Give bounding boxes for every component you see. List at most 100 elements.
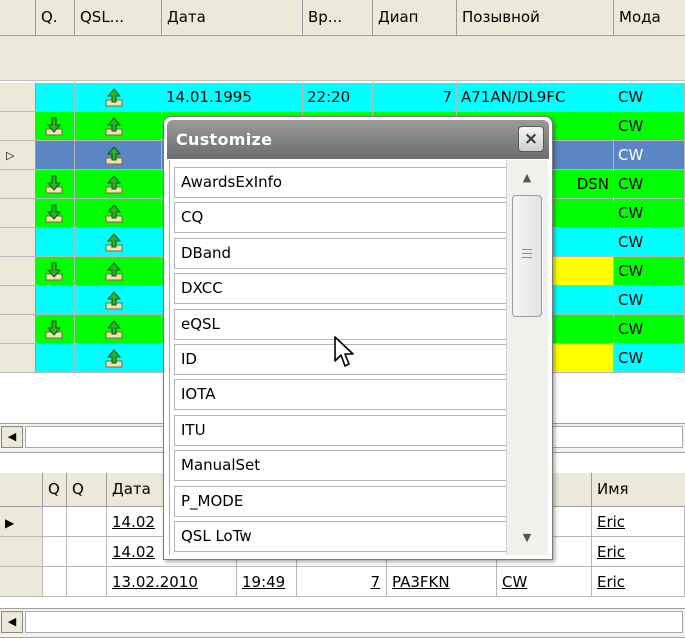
name-cell[interactable]: Eric bbox=[592, 507, 685, 537]
mode-cell[interactable]: CW bbox=[614, 170, 685, 199]
flag-cell[interactable] bbox=[67, 537, 107, 567]
mode-cell[interactable]: CW bbox=[497, 567, 592, 597]
flag-cell[interactable] bbox=[43, 537, 67, 567]
band-cell[interactable]: 7 bbox=[297, 567, 387, 597]
scroll-left-button[interactable]: ◀ bbox=[1, 426, 23, 448]
name-cell[interactable]: Eric bbox=[592, 567, 685, 597]
close-icon: × bbox=[523, 129, 539, 149]
mode-cell[interactable]: CW bbox=[614, 344, 685, 373]
time-cell[interactable]: 22:20 bbox=[303, 83, 373, 112]
qsl-cell[interactable] bbox=[75, 228, 162, 257]
col-header-mode[interactable]: Мода bbox=[614, 0, 685, 35]
close-button[interactable]: × bbox=[518, 126, 544, 152]
qsl-cell[interactable] bbox=[75, 141, 162, 170]
q-cell[interactable] bbox=[36, 83, 75, 112]
scroll-down-arrow-icon[interactable]: ▼ bbox=[519, 532, 535, 544]
bottom-horizontal-scrollbar[interactable]: ◀ bbox=[0, 608, 685, 638]
field-list-item[interactable]: IOTA bbox=[174, 379, 507, 411]
q-cell[interactable] bbox=[36, 112, 75, 141]
col-header-q[interactable]: Q. bbox=[36, 0, 75, 35]
date-cell[interactable]: 13.02.2010 bbox=[107, 567, 237, 597]
q-cell[interactable] bbox=[36, 344, 75, 373]
mode-cell[interactable]: CW bbox=[614, 199, 685, 228]
call-cell[interactable]: A71AN/DL9FC bbox=[457, 83, 614, 112]
col-header-qsl[interactable]: QSL... bbox=[75, 0, 162, 35]
qsl-cell[interactable] bbox=[75, 112, 162, 141]
row-indicator[interactable]: ▶ bbox=[0, 507, 43, 537]
q-cell[interactable] bbox=[36, 199, 75, 228]
flag-cell[interactable] bbox=[67, 507, 107, 537]
mode-cell[interactable]: CW bbox=[614, 83, 685, 112]
row-indicator[interactable] bbox=[0, 344, 36, 373]
field-list-item[interactable]: AwardsExInfo bbox=[174, 167, 507, 198]
row-indicator[interactable] bbox=[0, 286, 36, 315]
green-arrow-up-icon bbox=[105, 262, 123, 281]
field-list-item[interactable]: DXCC bbox=[174, 273, 507, 305]
mode-cell[interactable]: CW bbox=[614, 112, 685, 141]
qsl-cell[interactable] bbox=[75, 257, 162, 286]
flag-cell[interactable] bbox=[43, 507, 67, 537]
dialog-title-bar[interactable]: Customize × bbox=[167, 120, 549, 159]
field-list-item[interactable]: P_MODE bbox=[174, 485, 507, 517]
row-indicator[interactable] bbox=[0, 83, 36, 112]
row-indicator[interactable]: ▷ bbox=[0, 141, 36, 170]
field-list-item[interactable]: CQ bbox=[174, 202, 507, 234]
mode-cell[interactable]: CW bbox=[614, 315, 685, 344]
q-cell[interactable] bbox=[36, 315, 75, 344]
history-row[interactable]: 13.02.2010 19:49 7 PA3FKN CW Eric bbox=[0, 567, 685, 597]
row-indicator[interactable] bbox=[0, 567, 43, 597]
flag-cell[interactable] bbox=[43, 567, 67, 597]
col-header-q1[interactable]: Q bbox=[43, 473, 67, 506]
col-header-time[interactable]: Вр... bbox=[303, 0, 373, 35]
col-header-q2[interactable]: Q bbox=[67, 473, 107, 506]
green-arrow-up-icon bbox=[105, 291, 123, 310]
header-indicator bbox=[0, 0, 36, 35]
mode-cell[interactable]: CW bbox=[614, 141, 685, 170]
table-row[interactable]: 14.01.1995 22:20 7 A71AN/DL9FC CW bbox=[0, 83, 685, 112]
qsl-cell[interactable] bbox=[75, 170, 162, 199]
band-cell[interactable]: 7 bbox=[373, 83, 457, 112]
col-header-name[interactable]: Имя bbox=[592, 473, 685, 506]
col-header-callsign[interactable]: Позывной bbox=[457, 0, 614, 35]
row-indicator[interactable] bbox=[0, 112, 36, 141]
flag-cell[interactable] bbox=[67, 567, 107, 597]
field-list-item[interactable]: ManualSet bbox=[174, 450, 507, 482]
row-indicator[interactable] bbox=[0, 537, 43, 567]
qsl-cell[interactable] bbox=[75, 344, 162, 373]
col-header-band[interactable]: Диап bbox=[373, 0, 457, 35]
field-list-item[interactable]: DBand bbox=[174, 237, 507, 269]
col-header-date[interactable]: Дата bbox=[162, 0, 303, 35]
scroll-thumb[interactable] bbox=[512, 195, 542, 317]
qsl-cell[interactable] bbox=[75, 199, 162, 228]
field-list-item[interactable]: QSL LoTw bbox=[174, 521, 507, 552]
qsl-cell[interactable] bbox=[75, 83, 162, 112]
mode-cell[interactable]: CW bbox=[614, 228, 685, 257]
scroll-track[interactable] bbox=[25, 611, 683, 633]
date-cell[interactable]: 14.01.1995 bbox=[162, 83, 303, 112]
q-cell[interactable] bbox=[36, 286, 75, 315]
q-cell[interactable] bbox=[36, 257, 75, 286]
qsl-cell[interactable] bbox=[75, 286, 162, 315]
mode-cell[interactable]: CW bbox=[614, 286, 685, 315]
qsl-cell[interactable] bbox=[75, 315, 162, 344]
scroll-up-arrow-icon[interactable]: ▲ bbox=[519, 172, 535, 184]
row-indicator[interactable] bbox=[0, 199, 36, 228]
green-arrow-down-icon bbox=[45, 320, 63, 339]
q-cell[interactable] bbox=[36, 170, 75, 199]
call-cell[interactable]: PA3FKN bbox=[387, 567, 497, 597]
q-cell[interactable] bbox=[36, 141, 75, 170]
q-cell[interactable] bbox=[36, 228, 75, 257]
scroll-left-button[interactable]: ◀ bbox=[1, 611, 23, 633]
name-cell[interactable]: Eric bbox=[592, 537, 685, 567]
row-indicator[interactable] bbox=[0, 315, 36, 344]
row-indicator[interactable] bbox=[0, 228, 36, 257]
time-cell[interactable]: 19:49 bbox=[237, 567, 297, 597]
list-vertical-scrollbar[interactable]: ▲ ▼ bbox=[506, 160, 548, 555]
grip-icon bbox=[522, 249, 532, 261]
row-indicator[interactable] bbox=[0, 170, 36, 199]
field-list-item[interactable]: ITU bbox=[174, 414, 507, 446]
row-indicator[interactable] bbox=[0, 257, 36, 286]
green-arrow-down-icon bbox=[45, 262, 63, 281]
mode-cell[interactable]: CW bbox=[614, 257, 685, 286]
group-by-panel[interactable] bbox=[0, 36, 685, 81]
